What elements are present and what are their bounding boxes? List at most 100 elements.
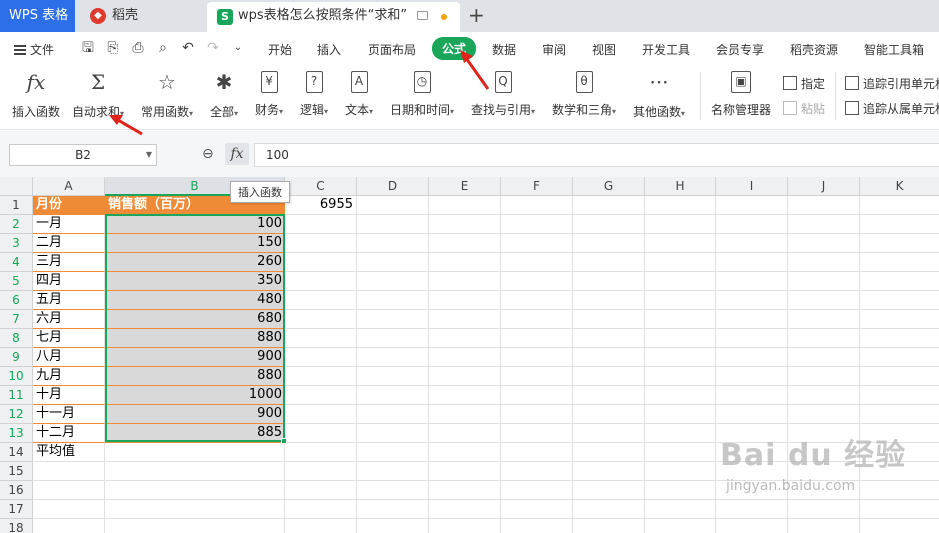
- cell-f14[interactable]: [501, 443, 573, 462]
- print-preview-icon[interactable]: ⌕: [155, 40, 171, 56]
- cell-g2[interactable]: [573, 215, 645, 234]
- zoom-search-icon[interactable]: ⊖: [202, 146, 218, 162]
- column-header-i[interactable]: I: [716, 177, 788, 196]
- cell-c13[interactable]: [285, 424, 357, 443]
- chevron-down-icon[interactable]: ▼: [146, 145, 152, 165]
- cell-f9[interactable]: [501, 348, 573, 367]
- cell-k16[interactable]: [860, 481, 939, 500]
- row-header-15[interactable]: 15: [0, 462, 33, 481]
- cell-i7[interactable]: [716, 310, 788, 329]
- cell-h16[interactable]: [645, 481, 716, 500]
- cell-d3[interactable]: [357, 234, 429, 253]
- cell-d12[interactable]: [357, 405, 429, 424]
- cell-f7[interactable]: [501, 310, 573, 329]
- cell-j14[interactable]: [788, 443, 860, 462]
- cell-h9[interactable]: [645, 348, 716, 367]
- cell-h17[interactable]: [645, 500, 716, 519]
- cell-i14[interactable]: [716, 443, 788, 462]
- cell-i16[interactable]: [716, 481, 788, 500]
- cell-g12[interactable]: [573, 405, 645, 424]
- more-functions-button[interactable]: ··· 其他函数▾: [633, 70, 685, 120]
- cell-h1[interactable]: [645, 196, 716, 215]
- cell-c7[interactable]: [285, 310, 357, 329]
- cell-b14[interactable]: [105, 443, 285, 462]
- cell-c4[interactable]: [285, 253, 357, 272]
- cell-b16[interactable]: [105, 481, 285, 500]
- column-header-d[interactable]: D: [357, 177, 429, 196]
- cell-h15[interactable]: [645, 462, 716, 481]
- tab-developer[interactable]: 开发工具: [642, 41, 690, 58]
- cell-b13[interactable]: 885: [105, 424, 285, 443]
- cell-h3[interactable]: [645, 234, 716, 253]
- cell-f11[interactable]: [501, 386, 573, 405]
- cell-b18[interactable]: [105, 519, 285, 533]
- cell-a13[interactable]: 十二月: [33, 424, 105, 443]
- tab-daoke-resources[interactable]: 稻壳资源: [790, 41, 838, 58]
- cell-k10[interactable]: [860, 367, 939, 386]
- cell-c9[interactable]: [285, 348, 357, 367]
- column-header-c[interactable]: C: [285, 177, 357, 196]
- column-header-g[interactable]: G: [573, 177, 645, 196]
- row-header-14[interactable]: 14: [0, 443, 33, 462]
- column-header-h[interactable]: H: [645, 177, 716, 196]
- cell-c12[interactable]: [285, 405, 357, 424]
- tab-member[interactable]: 会员专享: [716, 41, 764, 58]
- cell-k11[interactable]: [860, 386, 939, 405]
- cell-e14[interactable]: [429, 443, 501, 462]
- cell-a2[interactable]: 一月: [33, 215, 105, 234]
- spreadsheet-grid[interactable]: A B C D E F G H I J K 1 月份 销售额（百万） 6955 2 一月 100 3 二月 150 4 三月…: [0, 177, 939, 533]
- cell-j6[interactable]: [788, 291, 860, 310]
- cell-k6[interactable]: [860, 291, 939, 310]
- cell-k4[interactable]: [860, 253, 939, 272]
- export-pdf-icon[interactable]: ⎘: [105, 40, 121, 56]
- save-icon[interactable]: 🖫: [80, 40, 96, 56]
- paste-name-button[interactable]: 粘贴: [783, 100, 825, 117]
- cell-i3[interactable]: [716, 234, 788, 253]
- row-header-7[interactable]: 7: [0, 310, 33, 329]
- text-functions-button[interactable]: A 文本▾: [345, 70, 373, 118]
- cell-d11[interactable]: [357, 386, 429, 405]
- cell-i2[interactable]: [716, 215, 788, 234]
- cell-a4[interactable]: 三月: [33, 253, 105, 272]
- cell-a17[interactable]: [33, 500, 105, 519]
- tab-data[interactable]: 数据: [492, 41, 516, 58]
- cell-j9[interactable]: [788, 348, 860, 367]
- tab-smart-toolbox[interactable]: 智能工具箱: [864, 41, 924, 58]
- cell-i10[interactable]: [716, 367, 788, 386]
- cell-i17[interactable]: [716, 500, 788, 519]
- column-header-e[interactable]: E: [429, 177, 501, 196]
- column-header-f[interactable]: F: [501, 177, 573, 196]
- cell-g3[interactable]: [573, 234, 645, 253]
- cell-g13[interactable]: [573, 424, 645, 443]
- cell-f4[interactable]: [501, 253, 573, 272]
- tab-review[interactable]: 审阅: [542, 41, 566, 58]
- cell-i1[interactable]: [716, 196, 788, 215]
- cell-g4[interactable]: [573, 253, 645, 272]
- cell-h2[interactable]: [645, 215, 716, 234]
- cell-k14[interactable]: [860, 443, 939, 462]
- cell-b7[interactable]: 680: [105, 310, 285, 329]
- cell-f12[interactable]: [501, 405, 573, 424]
- cell-b12[interactable]: 900: [105, 405, 285, 424]
- row-header-2[interactable]: 2: [0, 215, 33, 234]
- cell-d13[interactable]: [357, 424, 429, 443]
- cell-e6[interactable]: [429, 291, 501, 310]
- row-header-8[interactable]: 8: [0, 329, 33, 348]
- cell-b4[interactable]: 260: [105, 253, 285, 272]
- tab-daoke[interactable]: ◆ 稻壳: [80, 0, 205, 32]
- row-header-17[interactable]: 17: [0, 500, 33, 519]
- screen-icon[interactable]: [417, 11, 428, 20]
- cell-e3[interactable]: [429, 234, 501, 253]
- cell-f8[interactable]: [501, 329, 573, 348]
- cell-j16[interactable]: [788, 481, 860, 500]
- cell-g5[interactable]: [573, 272, 645, 291]
- cell-h13[interactable]: [645, 424, 716, 443]
- cell-i12[interactable]: [716, 405, 788, 424]
- cell-i9[interactable]: [716, 348, 788, 367]
- cell-d10[interactable]: [357, 367, 429, 386]
- cell-k15[interactable]: [860, 462, 939, 481]
- cell-a8[interactable]: 七月: [33, 329, 105, 348]
- cell-j18[interactable]: [788, 519, 860, 533]
- cell-i4[interactable]: [716, 253, 788, 272]
- cell-e8[interactable]: [429, 329, 501, 348]
